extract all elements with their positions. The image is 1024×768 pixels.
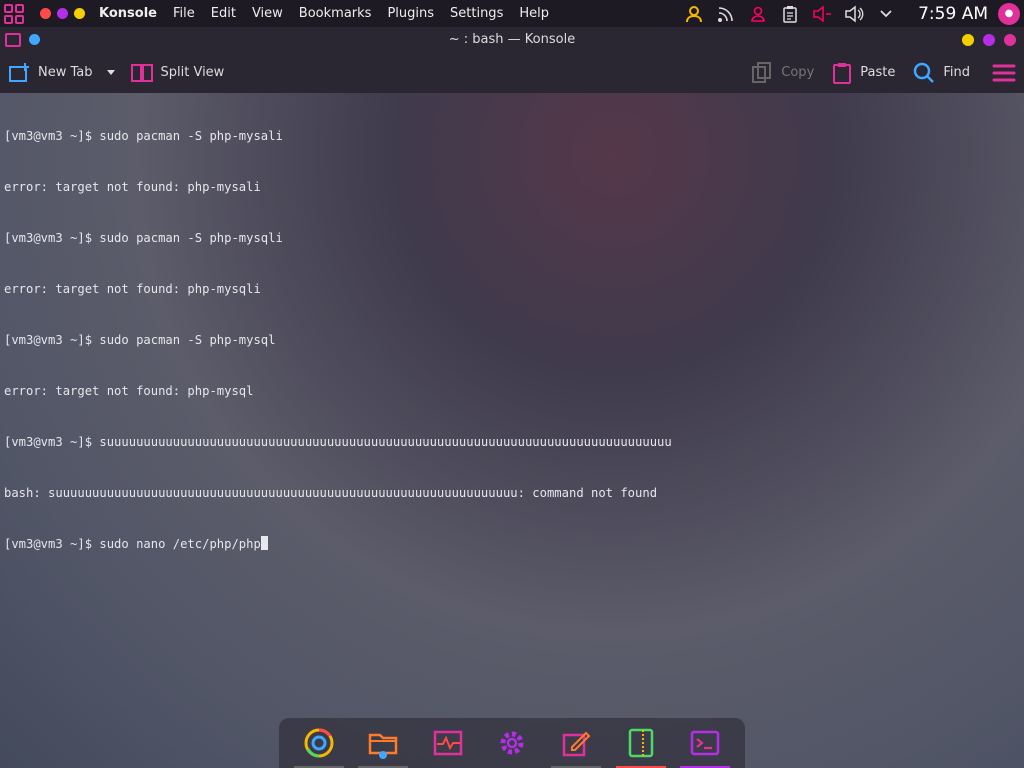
- hamburger-menu-button[interactable]: [992, 63, 1016, 83]
- menu-settings[interactable]: Settings: [442, 6, 511, 21]
- new-tab-dropdown-icon[interactable]: [106, 70, 115, 75]
- dock: [279, 718, 745, 768]
- search-icon: [914, 62, 935, 83]
- archive-icon: [628, 728, 653, 758]
- hamburger-menu-icon: [992, 64, 1016, 81]
- terminal-input-line[interactable]: [vm3@vm3 ~]$ sudo nano /etc/php/php: [4, 536, 1024, 553]
- paste-button[interactable]: Paste: [832, 62, 895, 84]
- terminal-line: error: target not found: php-mysali: [4, 180, 261, 194]
- file-manager-icon: [369, 733, 398, 759]
- find-button[interactable]: Find: [913, 62, 970, 84]
- menu-plugins[interactable]: Plugins: [379, 6, 442, 21]
- mic-muted-icon[interactable]: [812, 4, 832, 24]
- user-icon[interactable]: [684, 4, 704, 24]
- rss-icon[interactable]: [716, 4, 736, 24]
- chevron-down-icon[interactable]: [876, 4, 896, 24]
- konsole-toolbar: New Tab Split View Copy Paste Find: [0, 52, 1024, 93]
- dock-text-editor[interactable]: [547, 718, 605, 768]
- dock-file-manager[interactable]: [354, 718, 412, 768]
- minimize-button[interactable]: [962, 34, 974, 46]
- terminal-line: error: target not found: php-mysql: [4, 384, 254, 398]
- menu-edit[interactable]: Edit: [203, 6, 244, 21]
- terminal-current-input: [vm3@vm3 ~]$ sudo nano /etc/php/php: [4, 537, 261, 551]
- split-view-button[interactable]: Split View: [130, 63, 225, 83]
- window-controls: [40, 8, 85, 19]
- terminal-line: [vm3@vm3 ~]$ sudo pacman -S php-mysql: [4, 333, 276, 347]
- settings-icon: [500, 731, 524, 755]
- text-editor-icon: [563, 731, 591, 757]
- konsole-icon: [690, 730, 720, 756]
- menu-file[interactable]: File: [165, 6, 203, 21]
- terminal-line: error: target not found: php-mysqli: [4, 282, 261, 296]
- account-icon[interactable]: [748, 4, 768, 24]
- dock-chrome[interactable]: [290, 718, 348, 768]
- maximize-button[interactable]: [983, 34, 995, 46]
- terminal-line: [vm3@vm3 ~]$ suuuuuuuuuuuuuuuuuuuuuuuuuu…: [4, 435, 672, 449]
- new-tab-button[interactable]: New Tab: [8, 62, 115, 83]
- minimize-dot-icon[interactable]: [74, 8, 85, 19]
- titlebar-buttons: [962, 34, 1016, 46]
- menu-app-name[interactable]: Konsole: [99, 6, 165, 21]
- maximize-dot-icon[interactable]: [57, 8, 68, 19]
- menu-view[interactable]: View: [244, 6, 291, 21]
- global-menu: Konsole File Edit View Bookmarks Plugins…: [99, 6, 557, 21]
- paste-icon: [833, 62, 852, 84]
- copy-button[interactable]: Copy: [751, 61, 815, 84]
- top-panel: Konsole File Edit View Bookmarks Plugins…: [0, 0, 1024, 27]
- user-avatar[interactable]: ●: [998, 2, 1020, 25]
- terminal-output[interactable]: [vm3@vm3 ~]$ sudo pacman -S php-mysali e…: [4, 94, 1024, 570]
- dock-konsole[interactable]: [676, 718, 734, 768]
- terminal-cursor: [260, 536, 268, 550]
- copy-icon: [752, 61, 772, 83]
- window-title: ~ : bash — Konsole: [448, 32, 576, 47]
- dock-system-monitor[interactable]: [419, 718, 477, 768]
- app-launcher-icon[interactable]: [4, 3, 24, 24]
- close-button[interactable]: [1004, 34, 1016, 46]
- terminal-line: [vm3@vm3 ~]$ sudo pacman -S php-mysqli: [4, 231, 283, 245]
- chrome-icon: [304, 728, 334, 758]
- menu-bookmarks[interactable]: Bookmarks: [291, 6, 380, 21]
- paste-label: Paste: [860, 65, 896, 80]
- new-tab-icon: [9, 62, 29, 82]
- clock[interactable]: 7:59 AM: [918, 4, 988, 24]
- clipboard-icon[interactable]: [780, 4, 800, 24]
- volume-icon[interactable]: [844, 4, 864, 24]
- close-dot-icon[interactable]: [40, 8, 51, 19]
- dock-settings[interactable]: [483, 718, 541, 768]
- window-titlebar[interactable]: ~ : bash — Konsole: [0, 27, 1024, 52]
- terminal-line: [vm3@vm3 ~]$ sudo pacman -S php-mysali: [4, 129, 283, 143]
- menu-help[interactable]: Help: [511, 6, 557, 21]
- system-monitor-icon: [433, 730, 462, 756]
- pin-icon[interactable]: [29, 34, 40, 45]
- find-label: Find: [943, 65, 970, 80]
- dock-archive[interactable]: [612, 718, 670, 768]
- split-view-icon: [130, 63, 153, 82]
- system-tray: 7:59 AM ●: [678, 0, 1024, 27]
- konsole-window-icon[interactable]: [5, 32, 21, 47]
- copy-label: Copy: [781, 65, 815, 80]
- terminal-line: bash: suuuuuuuuuuuuuuuuuuuuuuuuuuuuuuuuu…: [4, 486, 658, 500]
- split-view-label: Split View: [160, 65, 225, 80]
- new-tab-label: New Tab: [38, 65, 93, 80]
